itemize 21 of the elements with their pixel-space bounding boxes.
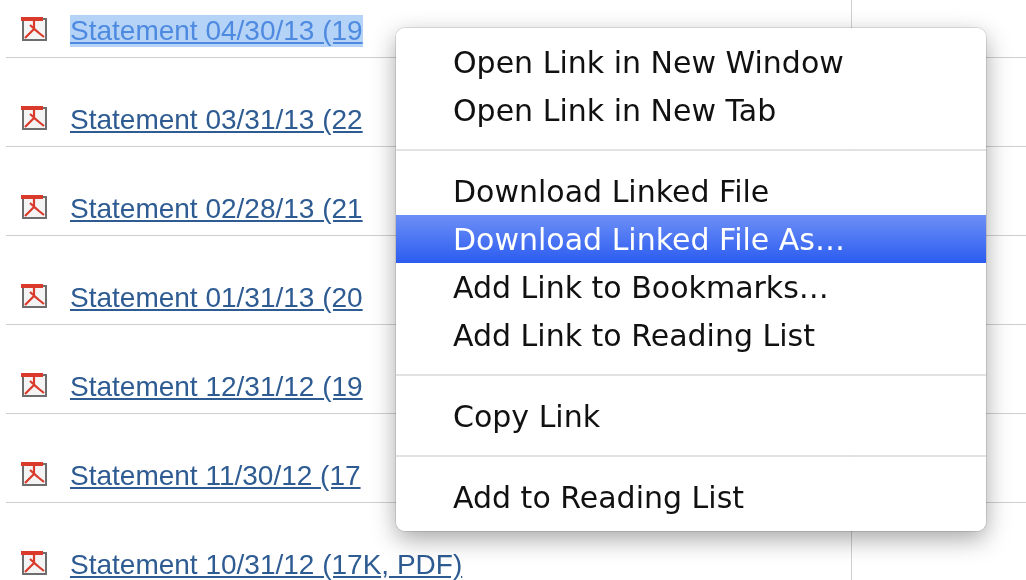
pdf-file-icon: [20, 193, 48, 221]
menu-item[interactable]: Download Linked File As…: [396, 215, 986, 263]
statement-link[interactable]: Statement 03/31/13 (22: [70, 104, 363, 136]
menu-item[interactable]: Add to Reading List: [396, 473, 986, 521]
statement-link[interactable]: Statement 02/28/13 (21: [70, 193, 363, 225]
statement-link[interactable]: Statement 11/30/12 (17: [70, 460, 361, 492]
menu-item[interactable]: Add Link to Bookmarks…: [396, 263, 986, 311]
statement-link[interactable]: Statement 10/31/12 (17K, PDF): [70, 549, 463, 580]
menu-item[interactable]: Download Linked File: [396, 167, 986, 215]
pdf-file-icon: [20, 15, 48, 43]
statement-link[interactable]: Statement 01/31/13 (20: [70, 282, 363, 314]
pdf-file-icon: [20, 549, 48, 577]
menu-item[interactable]: Open Link in New Tab: [396, 86, 986, 134]
menu-item[interactable]: Copy Link: [396, 392, 986, 440]
pdf-file-icon: [20, 460, 48, 488]
statement-link[interactable]: Statement 12/31/12 (19: [70, 371, 363, 403]
pdf-file-icon: [20, 104, 48, 132]
pdf-file-icon: [20, 371, 48, 399]
pdf-file-icon: [20, 282, 48, 310]
menu-item[interactable]: Add Link to Reading List: [396, 311, 986, 359]
menu-item[interactable]: Open Link in New Window: [396, 38, 986, 86]
